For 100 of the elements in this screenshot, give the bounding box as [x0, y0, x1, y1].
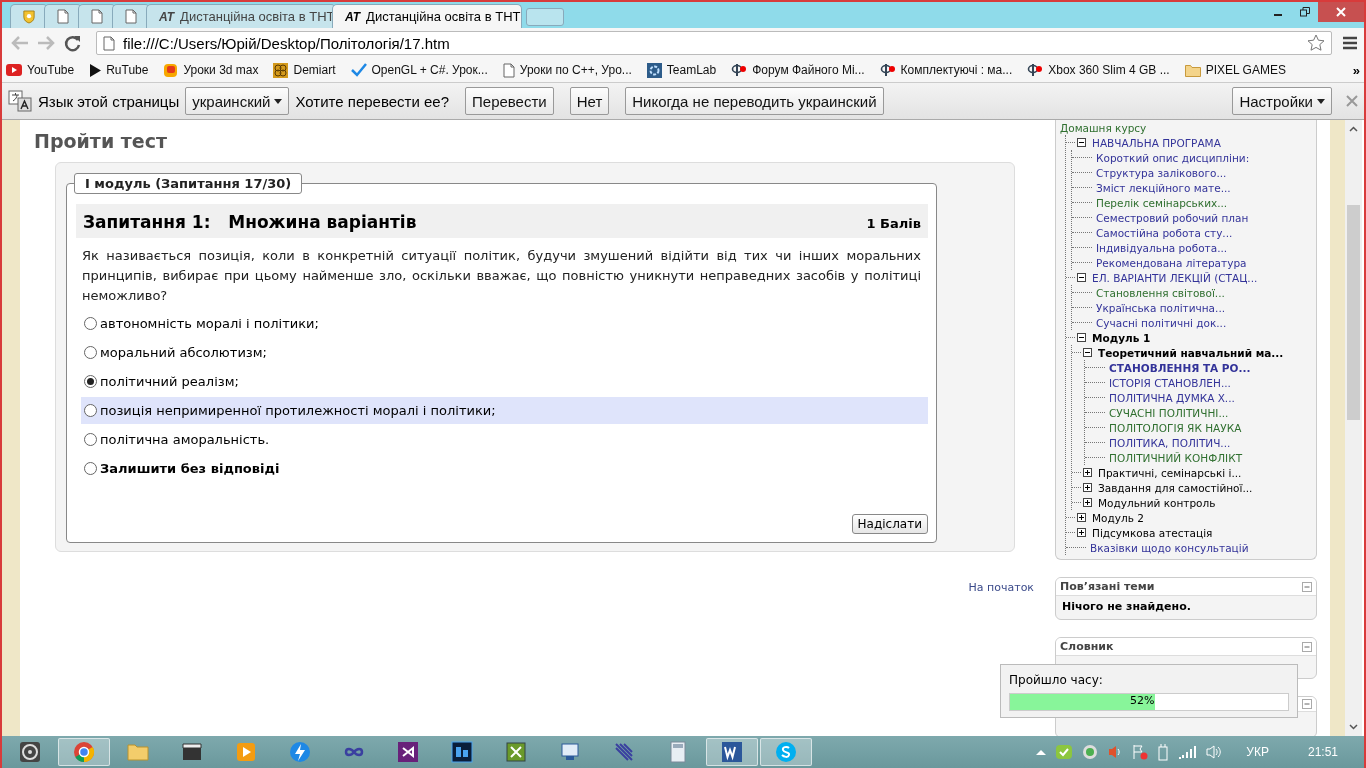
tree-item[interactable]: ПОЛІТИЧНА ДУМКА Х...	[1109, 391, 1235, 404]
translate-bar-button[interactable]: Нет	[569, 87, 610, 115]
translate-bar-button[interactable]: Никогда не переводить украинский	[625, 87, 884, 115]
browser-tab[interactable]: AT Дистанційна освіта в ТНТ	[332, 4, 522, 28]
radio-button[interactable]	[84, 462, 97, 475]
address-bar[interactable]: file:///C:/Users/Юрій/Desktop/Політологія/17.htm	[96, 31, 1332, 55]
tree-item[interactable]: ІСТОРІЯ СТАНОВЛЕН...	[1109, 376, 1231, 389]
cube-icon	[163, 62, 179, 78]
radio-button[interactable]	[84, 317, 97, 330]
answer-option[interactable]: політична аморальність.	[81, 426, 928, 453]
scroll-down-icon[interactable]	[1349, 724, 1358, 730]
tree-item[interactable]: Становлення світової...	[1096, 286, 1225, 299]
restore-icon[interactable]	[1299, 7, 1310, 17]
bookmark[interactable]: Demiart	[293, 63, 336, 77]
answer-option[interactable]: політичний реалізм;	[81, 368, 928, 395]
star-icon[interactable]	[1307, 34, 1325, 52]
bookmark[interactable]: YouTube	[27, 63, 75, 77]
page-title: Пройти тест	[34, 130, 168, 152]
show-hidden-icon[interactable]	[1036, 749, 1047, 755]
option-label: політичний реалізм;	[100, 374, 239, 389]
menu-icon[interactable]	[1342, 36, 1358, 50]
tree-item[interactable]: Індивідуальна робота...	[1096, 241, 1228, 254]
answer-option[interactable]: Залишити без відповіді	[81, 455, 928, 482]
tree-item[interactable]: Перелік семінарських...	[1096, 196, 1228, 209]
bookmark[interactable]: Уроки 3d max	[183, 63, 259, 77]
expand-icon[interactable]	[1077, 528, 1086, 537]
collapse-icon[interactable]	[1077, 138, 1086, 147]
bookmark[interactable]: Уроки по C++, Уро...	[519, 63, 632, 77]
spreadsheet-icon	[505, 741, 527, 763]
answer-option[interactable]: автономність моралі і політики;	[81, 310, 928, 337]
language-dropdown[interactable]: украинский	[185, 87, 290, 115]
settings-dropdown[interactable]: Настройки	[1232, 87, 1332, 115]
tree-item[interactable]: Сучасні політичні док...	[1096, 316, 1227, 329]
record-icon[interactable]	[1082, 744, 1099, 760]
bookmark[interactable]: RuTube	[106, 63, 149, 77]
disc-icon	[19, 741, 41, 763]
battery-icon[interactable]	[1157, 743, 1170, 761]
bookmark[interactable]: PIXEL GAMES	[1205, 63, 1286, 77]
back-to-top-link[interactable]: На початок	[968, 581, 1034, 594]
flag-icon[interactable]	[1132, 744, 1149, 760]
tree-item[interactable]: Теоретичний навчальний ма...	[1098, 346, 1284, 359]
more-bookmarks-button[interactable]: »	[1352, 62, 1360, 78]
bookmark[interactable]: Комплектуючі : ма...	[900, 63, 1013, 77]
tree-item[interactable]: Модуль 1	[1092, 331, 1151, 344]
close-button[interactable]	[1318, 2, 1364, 22]
skype-icon	[775, 741, 797, 763]
answer-option[interactable]: моральний абсолютизм;	[81, 339, 928, 366]
scroll-thumb[interactable]	[1347, 205, 1360, 420]
bookmark[interactable]: Xbox 360 Slim 4 GB ...	[1048, 63, 1170, 77]
expand-icon[interactable]	[1077, 513, 1086, 522]
folder-icon	[127, 741, 149, 763]
tree-item[interactable]: Підсумкова атестація	[1092, 526, 1213, 539]
tree-item[interactable]: СТАНОВЛЕННЯ ТА РО...	[1109, 361, 1251, 374]
progress-reading: 52%	[1130, 694, 1155, 708]
bookmark[interactable]: TeamLab	[666, 63, 717, 77]
close-icon[interactable]	[1346, 95, 1358, 107]
tree-item[interactable]: Семестровий робочий план	[1096, 211, 1249, 224]
tree-item[interactable]: Практичні, семінарські і...	[1098, 466, 1242, 479]
tree-item[interactable]: Модуль 2	[1092, 511, 1144, 524]
stripes-icon	[613, 741, 635, 763]
tree-item[interactable]: Модульний контроль	[1098, 496, 1216, 509]
volume-icon[interactable]	[1205, 744, 1224, 760]
tree-item[interactable]: ПОЛІТИЧНИЙ КОНФЛІКТ	[1109, 451, 1243, 464]
tree-item[interactable]: ПОЛІТОЛОГІЯ ЯК НАУКА	[1109, 421, 1242, 434]
tree-item[interactable]: Короткий опис дисципліни:	[1096, 151, 1250, 164]
radio-button[interactable]	[84, 404, 97, 417]
bookmark[interactable]: OpenGL + C#. Урок...	[371, 63, 488, 77]
expand-icon[interactable]	[1083, 498, 1092, 507]
scroll-up-icon[interactable]	[1349, 126, 1358, 132]
tree-item[interactable]: Українська політична...	[1096, 301, 1226, 314]
tree-item[interactable]: Зміст лекційного мате...	[1096, 181, 1231, 194]
tree-item[interactable]: ЕЛ. ВАРІАНТИ ЛЕКЦІЙ (СТАЦ...	[1092, 271, 1258, 284]
tree-item[interactable]: Самостійна робота сту...	[1096, 226, 1233, 239]
answer-option[interactable]: позиція непримиренної протилежності моралі і політики;	[81, 397, 928, 424]
collapse-icon[interactable]	[1077, 333, 1086, 342]
block-text: Нічого не знайдено.	[1061, 599, 1192, 615]
collapse-icon[interactable]	[1083, 348, 1092, 357]
submit-button[interactable]: Надіслати	[851, 514, 928, 534]
radio-button[interactable]	[84, 433, 97, 446]
radio-button[interactable]	[84, 346, 97, 359]
bookmark[interactable]: Форум Файного Мі...	[752, 63, 865, 77]
close-icon	[1336, 7, 1346, 17]
tree-item[interactable]: Структура залікового...	[1096, 166, 1227, 179]
tree-item[interactable]: СУЧАСНІ ПОЛІТИЧНІ...	[1109, 406, 1229, 419]
taskbar-button[interactable]	[706, 738, 758, 766]
expand-icon[interactable]	[1083, 483, 1092, 492]
expand-icon[interactable]	[1083, 468, 1092, 477]
tree-item[interactable]: НАВЧАЛЬНА ПРОГРАМА	[1092, 136, 1221, 149]
clapper-icon	[181, 741, 203, 763]
scrollbar[interactable]	[1345, 120, 1362, 736]
tree-item[interactable]: Рекомендована література	[1096, 256, 1247, 269]
tree-item[interactable]: Домашня курсу	[1060, 121, 1147, 134]
tree-item[interactable]: Завдання для самостійної...	[1098, 481, 1253, 494]
question-title: Запитання 1: Множина варіантів	[83, 212, 417, 232]
tree-item[interactable]: ПОЛІТИКА, ПОЛІТИЧ...	[1109, 436, 1231, 449]
radio-button[interactable]	[84, 375, 97, 388]
collapse-icon[interactable]	[1077, 273, 1086, 282]
signal-icon[interactable]	[1178, 745, 1197, 759]
tree-item[interactable]: Вказівки щодо консультацій	[1090, 541, 1249, 554]
translate-bar-button[interactable]: Перевести	[465, 87, 554, 115]
